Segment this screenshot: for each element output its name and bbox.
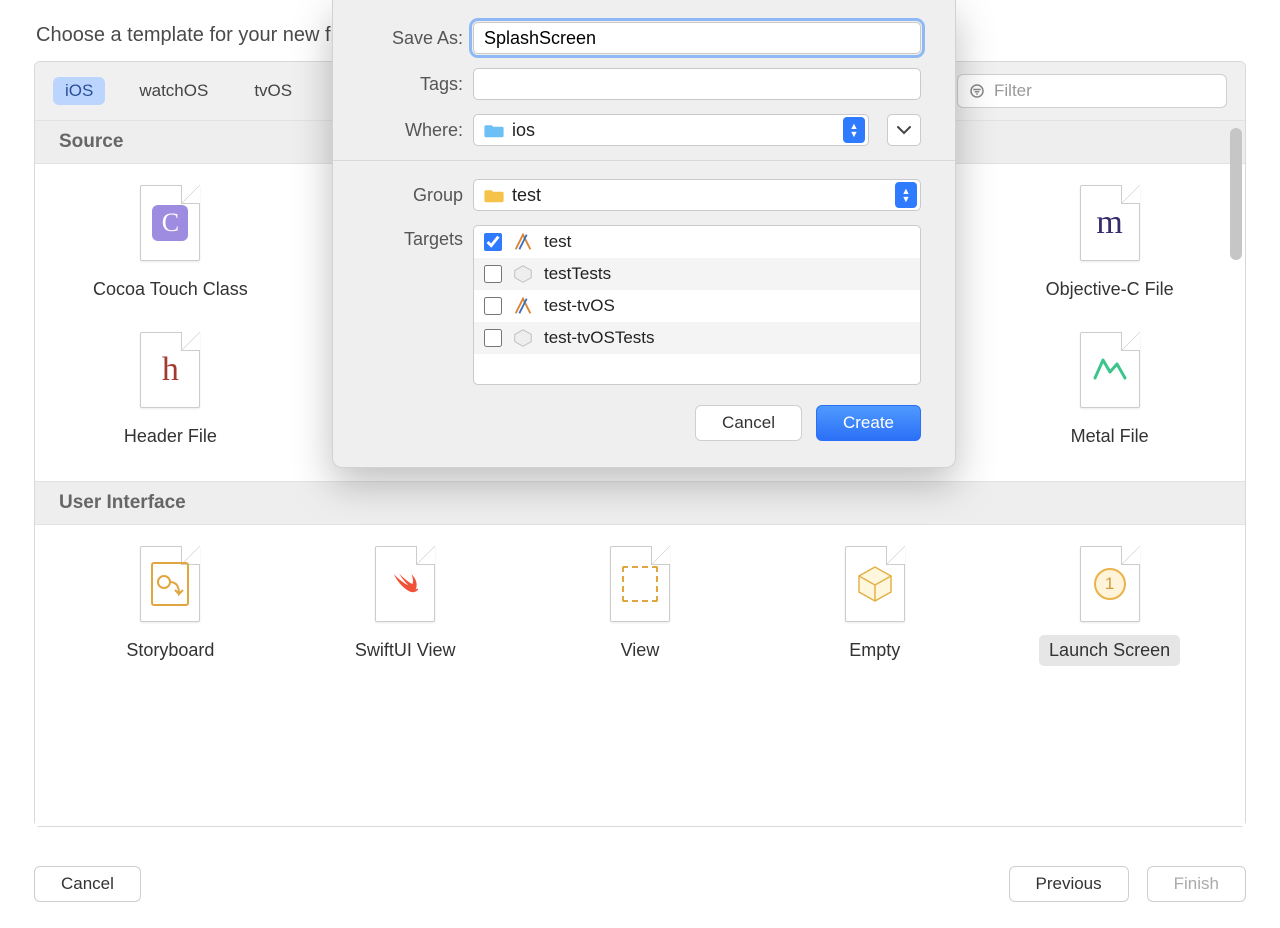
scrollbar-thumb[interactable] [1230, 128, 1242, 260]
tab-tvos[interactable]: tvOS [242, 77, 304, 105]
target-checkbox[interactable] [484, 233, 502, 251]
sheet-create-button[interactable]: Create [816, 405, 921, 441]
target-checkbox[interactable] [484, 265, 502, 283]
target-name: testTests [544, 264, 611, 284]
template-label: Metal File [1061, 421, 1159, 452]
finish-button: Finish [1147, 866, 1246, 902]
target-row[interactable]: test [474, 226, 920, 258]
ui-grid: Storyboard SwiftUI View View [35, 525, 1245, 696]
stepper-icon: ▲▼ [895, 182, 917, 208]
where-value: ios [512, 120, 535, 141]
target-name: test-tvOSTests [544, 328, 655, 348]
group-label: Group [367, 185, 463, 206]
view-icon [622, 566, 658, 602]
section-header-ui: User Interface [35, 481, 1245, 525]
template-label: Cocoa Touch Class [83, 274, 258, 305]
tab-ios[interactable]: iOS [53, 77, 105, 105]
group-select[interactable]: test ▲▼ [473, 179, 921, 211]
targets-label: Targets [367, 229, 463, 250]
objc-icon: m [1096, 204, 1122, 242]
target-row[interactable]: test-tvOSTests [474, 322, 920, 354]
tags-input[interactable] [473, 68, 921, 100]
expand-button[interactable] [887, 114, 921, 146]
save-as-input[interactable] [473, 22, 921, 54]
target-row-empty [474, 354, 920, 384]
target-name: test-tvOS [544, 296, 615, 316]
group-value: test [512, 185, 541, 206]
where-select[interactable]: ios ▲▼ [473, 114, 869, 146]
where-label: Where: [367, 120, 463, 141]
template-label: Storyboard [116, 635, 224, 666]
wizard-button-bar: Cancel Previous Finish [34, 866, 1246, 902]
class-icon: C [152, 205, 188, 241]
template-label: View [611, 635, 670, 666]
target-checkbox[interactable] [484, 297, 502, 315]
app-icon [512, 231, 534, 253]
cancel-button[interactable]: Cancel [34, 866, 141, 902]
bundle-icon [512, 263, 534, 285]
template-swiftui-view[interactable]: SwiftUI View [305, 545, 505, 666]
tab-watchos[interactable]: watchOS [127, 77, 220, 105]
cube-icon [855, 564, 895, 604]
template-label: SwiftUI View [345, 635, 466, 666]
folder-icon [484, 122, 504, 138]
save-as-label: Save As: [367, 28, 463, 49]
template-label: Header File [114, 421, 227, 452]
target-checkbox[interactable] [484, 329, 502, 347]
swift-icon [388, 566, 422, 603]
launch-icon: 1 [1094, 568, 1126, 600]
storyboard-icon [149, 560, 191, 608]
template-header-file[interactable]: h Header File [70, 331, 270, 452]
header-icon: h [162, 351, 179, 389]
filter-field[interactable] [957, 74, 1227, 108]
target-name: test [544, 232, 571, 252]
template-view[interactable]: View [540, 545, 740, 666]
template-label: Objective-C File [1036, 274, 1184, 305]
folder-icon [484, 187, 504, 203]
targets-list: test testTests test-tvOS test-tvOSTests [473, 225, 921, 385]
filter-input[interactable] [994, 81, 1216, 101]
app-icon [512, 295, 534, 317]
save-sheet: Save As: Tags: Where: ios ▲▼ Group test … [332, 0, 956, 468]
filter-icon [968, 82, 986, 100]
template-cocoa-touch-class[interactable]: C Cocoa Touch Class [70, 184, 270, 305]
chevron-down-icon [897, 125, 911, 135]
tags-label: Tags: [367, 74, 463, 95]
stepper-icon: ▲▼ [843, 117, 865, 143]
template-storyboard[interactable]: Storyboard [70, 545, 270, 666]
template-empty[interactable]: Empty [775, 545, 975, 666]
target-row[interactable]: testTests [474, 258, 920, 290]
target-row[interactable]: test-tvOS [474, 290, 920, 322]
previous-button[interactable]: Previous [1009, 866, 1129, 902]
sheet-cancel-button[interactable]: Cancel [695, 405, 802, 441]
metal-icon [1093, 350, 1127, 389]
template-launch-screen[interactable]: 1 Launch Screen [1010, 545, 1210, 666]
template-metal-file[interactable]: Metal File [1010, 331, 1210, 452]
template-objc-file[interactable]: m Objective-C File [1010, 184, 1210, 305]
bundle-icon [512, 327, 534, 349]
template-label: Empty [839, 635, 910, 666]
template-label: Launch Screen [1039, 635, 1180, 666]
